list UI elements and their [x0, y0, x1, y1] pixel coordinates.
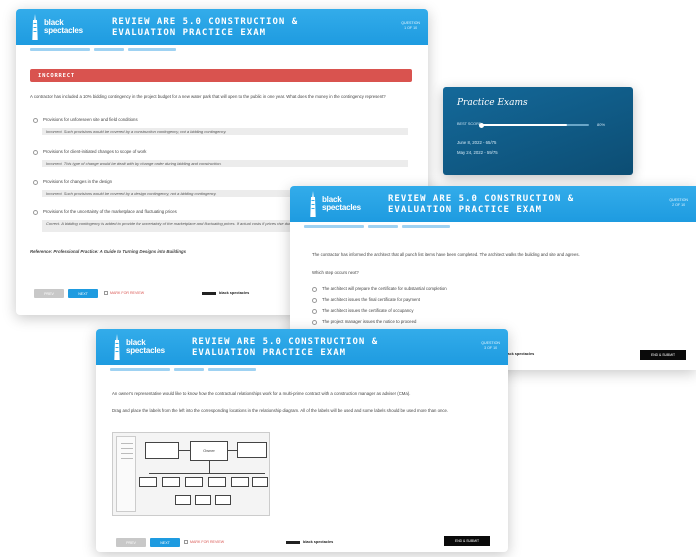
drop-target[interactable] [175, 495, 191, 505]
brand-line2: spectacles [126, 346, 165, 355]
checkbox-icon[interactable] [184, 540, 188, 544]
drop-target[interactable] [185, 477, 203, 487]
question-text: A contractor has included a 10% bidding … [30, 94, 386, 99]
exam-header: black spectacles REVIEW ARE 5.0 CONSTRUCT… [290, 186, 696, 222]
best-score-start-dot [479, 122, 484, 128]
reference-text: Reference: Professional Practice: A Guid… [30, 249, 186, 254]
drop-target[interactable] [195, 495, 211, 505]
question-counter: QUESTION 1 OF 10 [401, 21, 420, 31]
answer-option[interactable]: Provisions for changes in the design [33, 179, 112, 185]
relationship-diagram: Owner [112, 432, 270, 516]
drop-target[interactable] [252, 477, 268, 487]
radio-button[interactable] [312, 297, 317, 303]
end-submit-button[interactable]: END & SUBMIT [444, 536, 490, 546]
checkbox-icon[interactable] [104, 291, 108, 295]
tower-icon [114, 334, 120, 360]
attempt-item[interactable]: May 24, 2022 - 59/75 [457, 150, 498, 155]
radio-button[interactable] [33, 117, 38, 123]
answer-option[interactable]: The architect will prepare the certifica… [312, 286, 447, 292]
radio-button[interactable] [33, 149, 38, 155]
best-score-fill [481, 124, 568, 126]
exam-title: REVIEW ARE 5.0 CONSTRUCTION & EVALUATION … [388, 194, 575, 215]
footer-brand: black spectacles [219, 291, 250, 295]
footer-logo: black spectacles [286, 540, 333, 544]
instructions-text: Drag and place the labels from the left … [112, 408, 449, 413]
drop-target[interactable] [145, 442, 179, 459]
drop-target[interactable] [208, 477, 226, 487]
drop-target[interactable] [215, 495, 231, 505]
end-submit-button[interactable]: END & SUBMIT [640, 350, 686, 360]
question-prompt: Which step occurs next? [312, 270, 359, 275]
radio-button[interactable] [312, 286, 317, 292]
label-bank [116, 436, 136, 512]
answer-option[interactable]: The architect issues the certificate of … [312, 308, 413, 314]
next-button[interactable]: NEXT [68, 289, 98, 298]
answer-explanation: Incorrect. Such provisions would be cove… [42, 128, 408, 135]
radio-button[interactable] [33, 209, 38, 215]
exam-header: black spectacles REVIEW ARE 5.0 CONSTRUCT… [16, 9, 428, 45]
drop-target[interactable] [237, 442, 267, 458]
drop-target-owner[interactable]: Owner [190, 441, 228, 461]
answer-option[interactable]: Provisions for client-initiated changes … [33, 149, 146, 155]
answer-option[interactable]: The project manager issues the notice to… [312, 319, 416, 325]
brand-logo: black spectacles [30, 14, 83, 40]
drop-target[interactable] [231, 477, 249, 487]
question-text: An owner's representative would like to … [112, 391, 411, 396]
best-score-bar [479, 122, 589, 128]
footer-brand: black spectacles [504, 352, 535, 356]
best-score-label: BEST SCORE [457, 122, 482, 126]
radio-button[interactable] [33, 179, 38, 185]
mark-for-review-checkbox[interactable]: MARK FOR REVIEW [104, 291, 144, 295]
radio-button[interactable] [312, 319, 317, 325]
brand-logo: black spectacles [308, 191, 361, 217]
status-banner: INCORRECT [30, 69, 412, 82]
exam-header: black spectacles REVIEW ARE 5.0 CONSTRUCT… [96, 329, 508, 365]
answer-option[interactable]: Provisions for the uncertainty of the ma… [33, 209, 177, 215]
question-counter: QUESTION 3 OF 10 [481, 341, 500, 351]
exam-title: REVIEW ARE 5.0 CONSTRUCTION & EVALUATION … [112, 17, 299, 38]
answer-explanation: Incorrect. This type of change would be … [42, 160, 408, 167]
mark-for-review-checkbox[interactable]: MARK FOR REVIEW [184, 540, 224, 544]
exam-title: REVIEW ARE 5.0 CONSTRUCTION & EVALUATION … [192, 337, 379, 358]
brand-line2: spectacles [322, 203, 361, 212]
question-counter: QUESTION 2 OF 10 [669, 198, 688, 208]
answer-option[interactable]: The architect issues the final certifica… [312, 297, 420, 303]
question-card-3: black spectacles REVIEW ARE 5.0 CONSTRUCT… [96, 329, 508, 552]
panel-title: Practice Exams [457, 98, 528, 108]
progress-tabs [96, 365, 508, 374]
practice-exams-panel: Practice Exams BEST SCORE 80% June 8, 20… [443, 87, 633, 175]
drop-target[interactable] [162, 477, 180, 487]
answer-option[interactable]: Provisions for unforeseen site and field… [33, 117, 138, 123]
footer-logo: black spectacles [202, 291, 249, 295]
footer-brand: black spectacles [303, 540, 334, 544]
attempt-item[interactable]: June 8, 2022 - 65/75 [457, 140, 496, 145]
footer-logo: black spectacles [504, 352, 534, 356]
tower-icon [310, 191, 316, 217]
best-score-value: 80% [597, 122, 606, 127]
brand-logo: black spectacles [112, 334, 165, 360]
drop-target[interactable] [139, 477, 157, 487]
progress-tabs [16, 45, 428, 54]
progress-tabs [290, 222, 696, 231]
question-text: The contractor has informed the architec… [312, 252, 580, 257]
prev-button[interactable]: PREV [116, 538, 146, 547]
next-button[interactable]: NEXT [150, 538, 180, 547]
prev-button[interactable]: PREV [34, 289, 64, 298]
tower-icon [32, 14, 38, 40]
brand-line2: spectacles [44, 26, 83, 35]
radio-button[interactable] [312, 308, 317, 314]
